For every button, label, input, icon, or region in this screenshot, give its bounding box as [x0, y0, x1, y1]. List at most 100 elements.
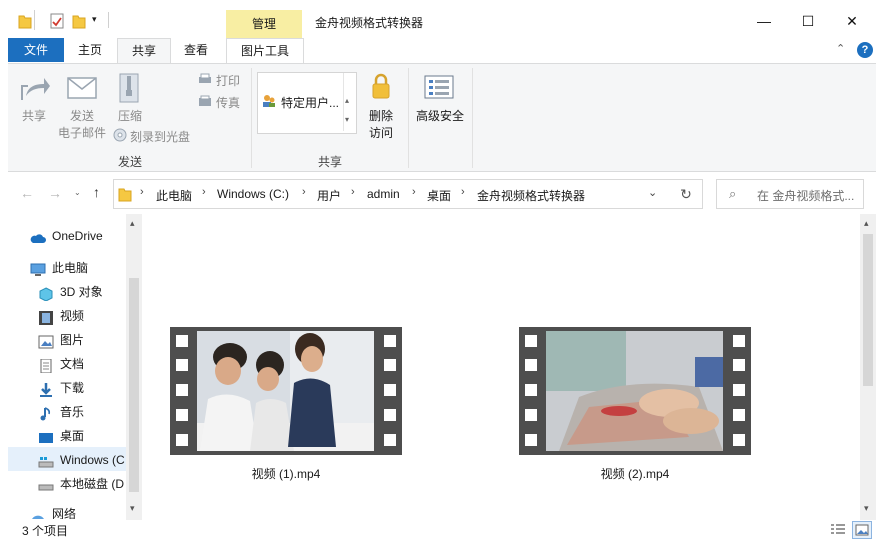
breadcrumb-separator[interactable]: ›: [302, 186, 306, 198]
tab-picture-tools[interactable]: 图片工具: [226, 38, 304, 63]
tab-view[interactable]: 查看: [174, 38, 218, 62]
back-button[interactable]: ←: [20, 185, 34, 201]
video-thumbnail-1[interactable]: [170, 327, 402, 455]
status-bar: [8, 520, 876, 540]
zip-icon[interactable]: [117, 72, 141, 104]
group-label-send: 发送: [117, 155, 142, 169]
gallery-more-icon[interactable]: ▾: [345, 115, 349, 124]
nav-scrollbar-thumb[interactable]: [129, 278, 139, 492]
video-thumbnail-2[interactable]: [519, 327, 751, 455]
advanced-security-label[interactable]: 高级安全: [414, 107, 466, 124]
nav-documents[interactable]: 文档: [38, 353, 84, 375]
scroll-up-icon[interactable]: ▴: [864, 218, 869, 229]
desktop-icon: [38, 430, 54, 444]
fax-icon[interactable]: [198, 95, 212, 107]
refresh-button[interactable]: ↻: [670, 179, 703, 209]
nav-downloads[interactable]: 下载: [38, 377, 84, 399]
up-button[interactable]: ↑: [93, 184, 100, 200]
large-icons-view-icon[interactable]: [852, 521, 872, 539]
nav-this-pc[interactable]: 此电脑: [30, 257, 88, 279]
folder-icon: [118, 186, 132, 202]
burn-label[interactable]: 刻录到光盘: [130, 128, 190, 145]
file-name-1[interactable]: 视频 (1).mp4: [170, 465, 402, 482]
nav-item-label: 本地磁盘 (D: [60, 477, 124, 491]
breadcrumb-desktop[interactable]: 桌面: [427, 187, 451, 204]
email-label-2[interactable]: 电子邮件: [54, 124, 110, 141]
breadcrumb-admin[interactable]: admin: [367, 187, 400, 201]
scroll-down-icon[interactable]: ▾: [130, 503, 135, 514]
search-input[interactable]: 在 金舟视频格式...: [757, 187, 854, 204]
nav-network-label: 网络: [52, 507, 77, 519]
address-bar[interactable]: › 此电脑 › Windows (C:) › 用户 › admin › 桌面 ›…: [113, 179, 671, 209]
breadcrumb-separator[interactable]: ›: [412, 186, 416, 198]
remove-access-label-2[interactable]: 访问: [366, 124, 396, 141]
nav-item-label: 文档: [60, 357, 85, 371]
nav-onedrive[interactable]: OneDrive: [30, 225, 103, 247]
breadcrumb-separator[interactable]: ›: [461, 186, 465, 198]
tab-file[interactable]: 文件: [8, 38, 64, 62]
fax-label[interactable]: 传真: [216, 94, 240, 111]
nav-music[interactable]: 音乐: [38, 401, 84, 423]
breadcrumb-separator[interactable]: ›: [351, 186, 355, 198]
zip-label[interactable]: 压缩: [110, 107, 150, 124]
music-icon: [38, 406, 54, 421]
disc-icon[interactable]: [113, 128, 127, 142]
qat-dropdown-icon[interactable]: ▾: [92, 14, 97, 25]
nav-3d-objects[interactable]: 3D 对象: [38, 281, 103, 303]
qat-divider: [108, 12, 109, 28]
scroll-down-icon[interactable]: ▾: [864, 503, 869, 514]
breadcrumb-users[interactable]: 用户: [317, 187, 341, 204]
nav-item-label: 桌面: [60, 429, 85, 443]
nav-pictures[interactable]: 图片: [38, 329, 84, 351]
print-label[interactable]: 打印: [216, 72, 240, 89]
nav-item-label: 图片: [60, 333, 85, 347]
help-icon[interactable]: ?: [857, 42, 873, 58]
minimize-button[interactable]: —: [742, 8, 786, 34]
print-icon[interactable]: [198, 73, 212, 85]
maximize-button[interactable]: ☐: [786, 8, 830, 34]
folder-icon[interactable]: [18, 13, 32, 29]
window-title: 金舟视频格式转换器: [315, 16, 424, 30]
properties-icon[interactable]: [50, 13, 64, 29]
manage-context-tab[interactable]: 管理: [226, 10, 302, 38]
drive-icon: [38, 478, 54, 492]
breadcrumb-separator[interactable]: ›: [202, 186, 206, 198]
breadcrumb-current-folder[interactable]: 金舟视频格式转换器: [477, 187, 585, 204]
film-icon: [38, 310, 54, 325]
share-with-user-item[interactable]: 特定用户...: [281, 94, 339, 111]
close-button[interactable]: ✕: [830, 8, 874, 34]
nav-network[interactable]: 网络: [30, 503, 76, 519]
details-view-icon[interactable]: [830, 522, 846, 536]
collapse-ribbon-icon[interactable]: ⌃: [836, 42, 845, 55]
ribbon-separator: [408, 68, 409, 168]
breadcrumb-drive-c[interactable]: Windows (C:): [217, 187, 289, 201]
lock-icon[interactable]: [370, 72, 392, 102]
search-box[interactable]: ⌕ 在 金舟视频格式...: [716, 179, 864, 209]
new-folder-icon[interactable]: [72, 13, 86, 29]
nav-drive-c[interactable]: Windows (C: [38, 449, 125, 471]
remove-access-label-1[interactable]: 删除: [366, 107, 396, 124]
email-label-1[interactable]: 发送: [54, 107, 110, 124]
share-button-label[interactable]: 共享: [14, 107, 54, 124]
nav-drive-d[interactable]: 本地磁盘 (D: [38, 473, 124, 495]
scroll-up-icon[interactable]: ▴: [130, 218, 135, 229]
nav-this-pc-label: 此电脑: [52, 261, 89, 275]
address-dropdown-icon[interactable]: ⌄: [648, 186, 657, 199]
nav-desktop[interactable]: 桌面: [38, 425, 84, 447]
content-scrollbar-thumb[interactable]: [863, 234, 873, 386]
email-icon[interactable]: [66, 75, 98, 101]
advanced-security-icon[interactable]: [424, 75, 454, 101]
breadcrumb-this-pc[interactable]: 此电脑: [156, 187, 192, 204]
share-icon[interactable]: [18, 72, 52, 104]
cube-icon: [38, 286, 54, 302]
file-name-2[interactable]: 视频 (2).mp4: [519, 465, 751, 482]
computer-icon: [30, 262, 46, 276]
forward-button[interactable]: →: [48, 185, 62, 201]
tab-share[interactable]: 共享: [117, 38, 171, 64]
users-icon[interactable]: [262, 94, 276, 108]
gallery-up-icon[interactable]: ▴: [345, 96, 349, 105]
nav-videos[interactable]: 视频: [38, 305, 84, 327]
tab-home[interactable]: 主页: [68, 38, 112, 62]
breadcrumb-separator[interactable]: ›: [140, 186, 144, 198]
recent-locations-icon[interactable]: ⌄: [74, 188, 81, 197]
